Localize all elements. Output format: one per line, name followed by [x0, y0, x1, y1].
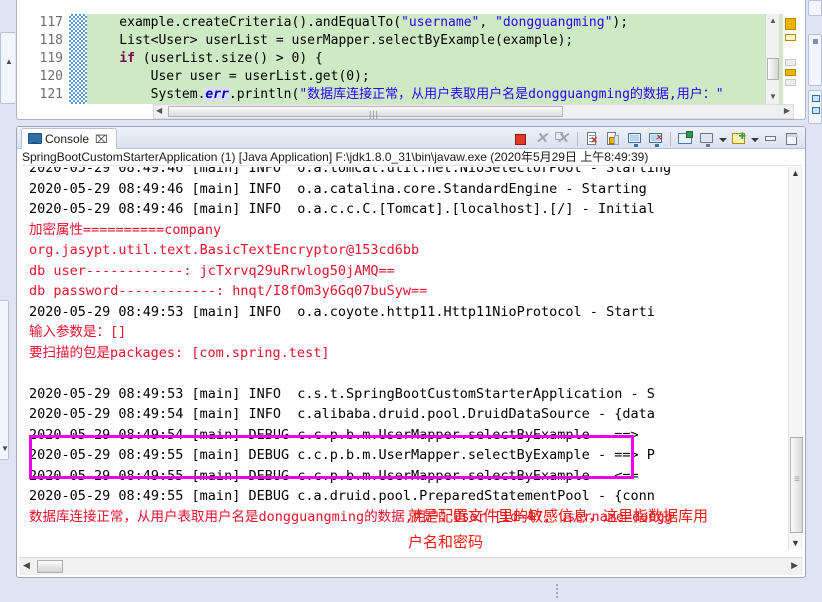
code-line: 121 System.err.println("数据库连接正常，从用户表取用户名… — [34, 86, 794, 104]
toolbar-separator — [670, 131, 671, 146]
scrollbar-thumb[interactable] — [37, 560, 63, 573]
scroll-up-icon[interactable]: ▲ — [767, 15, 779, 27]
left-edge-view-strip[interactable]: ▼ — [0, 300, 9, 460]
minimize-button[interactable] — [761, 130, 780, 148]
code-line: 120 User user = userList.get(0); — [34, 68, 794, 86]
console-output-area[interactable]: 2020-05-29 08:49:46 [main] INFO o.a.tomc… — [19, 167, 803, 549]
log-line: org.jasypt.util.text.BasicTextEncryptor@… — [29, 242, 420, 258]
console-icon — [28, 133, 42, 144]
annotation-text: 就是配置文件里的敏感信息，这里指数据库用 户名和密码 — [408, 507, 709, 549]
right-minimized-view-strip[interactable] — [806, 0, 822, 124]
log-line: 2020-05-29 08:49:53 [main] INFO c.s.t.Sp… — [29, 385, 655, 402]
console-tab-label: Console — [45, 132, 90, 146]
code-line: 117 example.createCriteria().andEqualTo(… — [34, 14, 794, 32]
restore-icon: ▲ — [5, 57, 13, 66]
open-console-button[interactable]: ✚ — [729, 130, 748, 148]
maximize-button[interactable] — [782, 130, 801, 148]
code-lines: 117 example.createCriteria().andEqualTo(… — [34, 14, 794, 104]
log-line: 2020-05-29 08:49:54 [main] INFO c.alibab… — [29, 406, 655, 422]
log-line: 要扫描的包是packages: [com.spring.test] — [29, 344, 330, 361]
scrollbar-thumb[interactable] — [767, 58, 779, 80]
left-minimized-view-strip[interactable]: ▲ — [0, 32, 15, 104]
line-number: 120 — [34, 68, 70, 86]
scroll-down-icon[interactable]: ▼ — [791, 538, 800, 548]
scroll-right-icon[interactable]: ▶ — [784, 106, 790, 115]
code-editor[interactable]: 117 example.createCriteria().andEqualTo(… — [16, 0, 806, 120]
tab-console[interactable]: Console ⌧ — [21, 128, 117, 149]
line-number: 117 — [34, 14, 70, 32]
console-vertical-scrollbar[interactable]: ▲ ▼ — [788, 167, 803, 549]
ruler-marker[interactable] — [785, 69, 796, 76]
editor-vertical-scrollbar[interactable]: ▲ ▼ — [765, 14, 779, 104]
editor-overview-ruler[interactable] — [782, 14, 797, 104]
console-log-lines: 2020-05-29 08:49:46 [main] INFO o.a.tomc… — [29, 167, 799, 527]
log-line: db user------------: jcTxrvq29uRrwlog50j… — [29, 262, 395, 279]
status-bar-resize-handle[interactable] — [556, 584, 558, 598]
clear-console-button[interactable]: ✕ — [583, 130, 602, 148]
log-line: 2020-05-29 08:49:53 [main] INFO o.a.coyo… — [29, 303, 655, 320]
pin-console-button[interactable] — [676, 130, 695, 148]
ruler-marker[interactable] — [785, 79, 796, 86]
scroll-down-icon[interactable]: ▼ — [767, 91, 779, 103]
changed-lines-gutter — [69, 14, 87, 104]
log-line: 2020-05-29 08:49:54 [main] DEBUG c.c.p.b… — [29, 426, 639, 443]
log-line: 2020-05-29 08:49:46 [main] INFO o.a.tomc… — [29, 167, 672, 176]
console-tab-row: Console ⌧ ✕ ✕ ✕ ✕ ✚ — [17, 127, 805, 149]
close-icon[interactable]: ⌧ — [95, 134, 108, 146]
log-line: 2020-05-29 08:49:55 [main] DEBUG c.c.p.b… — [29, 447, 655, 463]
scrollbar-thumb[interactable] — [790, 437, 803, 533]
log-line: 输入参数是：[] — [29, 324, 127, 340]
console-horizontal-scrollbar[interactable]: ◀ ▶ — [19, 557, 803, 575]
console-launch-subtitle: SpringBootCustomStarterApplication (1) [… — [22, 150, 802, 166]
code-line: 119 if (userList.size() > 0) { — [34, 50, 794, 68]
show-console-on-output-button[interactable]: ✕ — [646, 130, 665, 148]
scroll-left-icon[interactable]: ◀ — [23, 560, 30, 571]
log-line: 2020-05-29 08:49:46 [main] INFO o.a.cata… — [29, 180, 647, 197]
line-number: 118 — [34, 32, 70, 50]
scrollbar-thumb[interactable]: ||| — [168, 106, 563, 119]
terminate-button[interactable] — [511, 130, 530, 148]
log-line: db password------------: hnqt/I8fOm3y6Gq… — [29, 283, 428, 299]
remove-all-terminated-button[interactable]: ✕ — [553, 130, 572, 148]
log-line: 加密属性==========company — [29, 221, 222, 238]
scroll-up-icon[interactable]: ▲ — [791, 168, 800, 178]
console-toolbar[interactable]: ✕ ✕ ✕ ✕ ✚ — [511, 129, 801, 148]
open-console-dropdown[interactable] — [750, 130, 759, 148]
editor-horizontal-scrollbar[interactable]: ◀ ||| ▶ — [153, 104, 794, 119]
log-line: 2020-05-29 08:49:46 [main] INFO o.a.c.c.… — [29, 201, 655, 217]
ruler-marker[interactable] — [785, 59, 796, 66]
console-view[interactable]: Console ⌧ ✕ ✕ ✕ ✕ ✚ SpringBootCustomStar… — [16, 126, 806, 578]
word-wrap-button[interactable] — [625, 130, 644, 148]
restore-icon: ▼ — [1, 444, 9, 453]
code-line: 118 List<User> userList = userMapper.sel… — [34, 32, 794, 50]
display-selected-console-button[interactable] — [697, 130, 716, 148]
code-area[interactable]: 117 example.createCriteria().andEqualTo(… — [34, 14, 794, 104]
line-number: 121 — [34, 86, 70, 104]
ruler-marker[interactable] — [785, 18, 796, 30]
ruler-marker[interactable] — [785, 34, 796, 41]
log-line: 2020-05-29 08:49:55 [main] DEBUG c.c.p.b… — [29, 467, 639, 484]
scroll-right-icon[interactable]: ▶ — [791, 560, 798, 571]
remove-launch-button[interactable]: ✕ — [532, 130, 551, 148]
display-console-dropdown[interactable] — [718, 130, 727, 148]
scroll-left-icon[interactable]: ◀ — [156, 106, 162, 115]
scroll-lock-button[interactable] — [604, 130, 623, 148]
line-number: 119 — [34, 50, 70, 68]
toolbar-separator — [577, 131, 578, 146]
